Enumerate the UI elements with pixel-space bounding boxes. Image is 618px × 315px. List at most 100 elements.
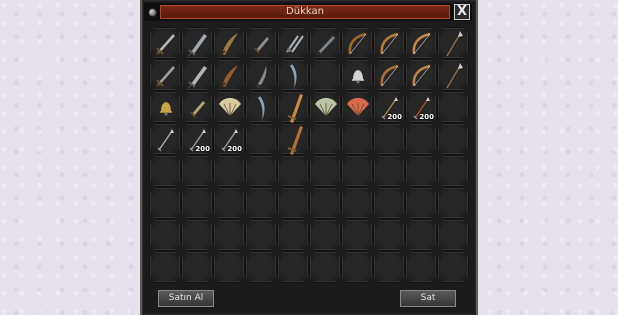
shop-item-slot[interactable] [245, 27, 277, 59]
great-sword-icon [287, 94, 303, 123]
close-button[interactable]: X [454, 4, 470, 20]
empty-slot[interactable] [213, 251, 245, 283]
empty-slot[interactable] [437, 91, 469, 123]
empty-slot[interactable] [437, 155, 469, 187]
shop-item-slot[interactable] [341, 91, 373, 123]
item-quantity: 200 [387, 113, 402, 121]
empty-slot[interactable] [437, 187, 469, 219]
empty-slot[interactable] [149, 251, 181, 283]
shop-item-slot[interactable] [373, 59, 405, 91]
empty-slot[interactable] [373, 187, 405, 219]
dagger-icon [190, 101, 205, 118]
empty-slot[interactable] [437, 219, 469, 251]
shop-item-slot[interactable]: 200 [373, 91, 405, 123]
buy-button[interactable]: Satın Al [158, 290, 214, 307]
shop-item-slot[interactable] [213, 91, 245, 123]
empty-slot[interactable] [405, 123, 437, 155]
empty-slot[interactable] [181, 155, 213, 187]
title-bar[interactable]: Dükkan X [144, 3, 472, 21]
shop-item-grid: 200 200 200 200 [149, 27, 469, 283]
empty-slot[interactable] [277, 155, 309, 187]
empty-slot[interactable] [341, 155, 373, 187]
empty-slot[interactable] [213, 155, 245, 187]
shop-item-slot[interactable] [341, 59, 373, 91]
shop-item-slot[interactable] [245, 91, 277, 123]
scimitar-icon [219, 33, 238, 56]
empty-slot[interactable] [341, 123, 373, 155]
shop-item-slot[interactable] [437, 59, 469, 91]
shop-item-slot[interactable] [181, 27, 213, 59]
knife-icon [256, 66, 267, 89]
shop-item-slot[interactable]: 200 [181, 123, 213, 155]
shop-item-slot[interactable]: 200 [405, 91, 437, 123]
shop-item-slot[interactable] [149, 59, 181, 91]
shop-item-slot[interactable] [341, 27, 373, 59]
shop-item-slot[interactable] [277, 59, 309, 91]
item-quantity: 200 [195, 145, 210, 153]
shop-item-slot[interactable] [149, 91, 181, 123]
empty-slot[interactable] [373, 251, 405, 283]
empty-slot[interactable] [341, 187, 373, 219]
empty-slot[interactable] [405, 187, 437, 219]
empty-slot[interactable] [405, 219, 437, 251]
empty-slot[interactable] [181, 251, 213, 283]
empty-slot[interactable] [309, 155, 341, 187]
shop-item-slot[interactable] [149, 27, 181, 59]
shop-item-slot[interactable] [405, 59, 437, 91]
empty-slot[interactable] [309, 251, 341, 283]
empty-slot[interactable] [245, 187, 277, 219]
shop-item-slot[interactable] [277, 27, 309, 59]
great-sword-icon [287, 126, 303, 155]
empty-slot[interactable] [149, 219, 181, 251]
empty-slot[interactable] [213, 219, 245, 251]
empty-slot[interactable] [245, 155, 277, 187]
shop-item-slot[interactable] [149, 123, 181, 155]
shop-item-slot[interactable] [309, 27, 341, 59]
empty-slot[interactable] [213, 187, 245, 219]
shop-item-slot[interactable]: 200 [213, 123, 245, 155]
empty-slot[interactable] [149, 155, 181, 187]
empty-slot[interactable] [277, 187, 309, 219]
bow-icon [380, 64, 399, 87]
item-quantity: 200 [227, 145, 242, 153]
item-quantity: 200 [419, 113, 434, 121]
empty-slot[interactable] [309, 187, 341, 219]
empty-slot[interactable] [405, 251, 437, 283]
bow-icon [412, 32, 431, 55]
empty-slot[interactable] [309, 219, 341, 251]
shop-item-slot[interactable] [213, 27, 245, 59]
empty-slot[interactable] [405, 155, 437, 187]
empty-slot[interactable] [181, 219, 213, 251]
empty-slot[interactable] [373, 219, 405, 251]
shop-item-slot[interactable] [405, 27, 437, 59]
empty-slot[interactable] [277, 219, 309, 251]
sword-icon [155, 34, 175, 56]
empty-slot[interactable] [277, 251, 309, 283]
empty-slot[interactable] [245, 251, 277, 283]
arrow-icon [157, 129, 174, 152]
dagger-icon [254, 37, 269, 54]
sell-button[interactable]: Sat [400, 290, 456, 307]
empty-slot[interactable] [437, 251, 469, 283]
empty-slot[interactable] [245, 123, 277, 155]
empty-slot[interactable] [245, 219, 277, 251]
shop-item-slot[interactable] [373, 27, 405, 59]
shop-item-slot[interactable] [245, 59, 277, 91]
shop-item-slot[interactable] [181, 91, 213, 123]
empty-slot[interactable] [309, 123, 341, 155]
shop-item-slot[interactable] [437, 27, 469, 59]
shop-item-slot[interactable] [309, 91, 341, 123]
empty-slot[interactable] [181, 187, 213, 219]
empty-slot[interactable] [341, 251, 373, 283]
empty-slot[interactable] [437, 123, 469, 155]
empty-slot[interactable] [373, 123, 405, 155]
shop-item-slot[interactable] [277, 123, 309, 155]
shop-item-slot[interactable] [213, 59, 245, 91]
empty-slot[interactable] [373, 155, 405, 187]
empty-slot[interactable] [149, 187, 181, 219]
shop-item-slot[interactable] [277, 91, 309, 123]
shop-item-slot[interactable] [181, 59, 213, 91]
empty-slot[interactable] [309, 59, 341, 91]
scimitar-icon [219, 65, 238, 88]
empty-slot[interactable] [341, 219, 373, 251]
